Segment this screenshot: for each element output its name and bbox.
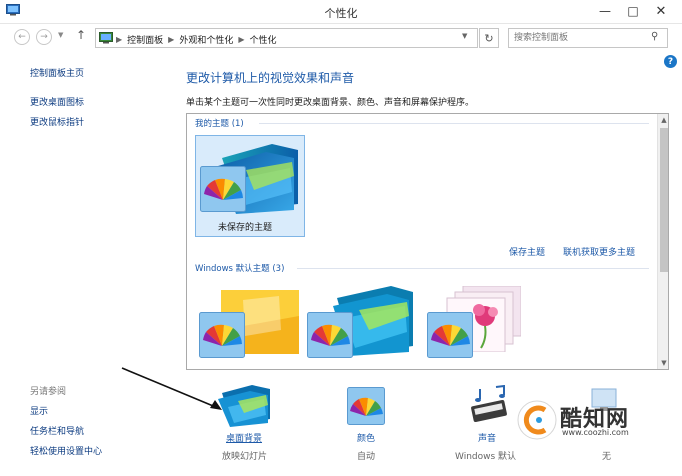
color-label[interactable]: 颜色 [357,431,375,444]
theme-card-unsaved[interactable]: 未保存的主题 [195,135,305,237]
change-mouse-pointers-link[interactable]: 更改鼠标指针 [30,115,84,128]
up-level-button[interactable]: ↑ [76,28,86,42]
address-bar[interactable]: ▶ 控制面板 ▶ 外观和个性化 ▶ 个性化 [95,28,478,48]
sounds-status: Windows 默认 [455,452,517,462]
group-divider [297,268,649,269]
theme-card-lines-colors[interactable] [307,282,417,369]
color-palette-icon [347,387,385,425]
scroll-up-arrow-icon[interactable]: ▲ [658,114,668,126]
arrow-left-icon: ← [18,32,26,42]
color-status: 自动 [357,452,376,462]
get-more-themes-link[interactable]: 联机获取更多主题 [563,245,635,258]
desktop-background-button[interactable] [216,383,272,427]
sounds-button[interactable] [468,384,510,427]
change-desktop-icons-link[interactable]: 更改桌面图标 [30,95,84,108]
theme-card-windows[interactable] [195,282,307,369]
windows-themes-heading: Windows 默认主题 (3) [195,264,285,274]
page-description: 单击某个主题可一次性同时更改桌面背景、颜色、声音和屏幕保护程序。 [186,98,475,108]
theme-card-flowers[interactable] [427,282,537,369]
navigation-bar: ← → ▼ ↑ ▶ 控制面板 ▶ 外观和个性化 ▶ 个性化 ▼ ↻ ⚲ [0,24,682,52]
control-panel-icon [99,32,113,44]
annotation-arrow [121,367,222,410]
desktop-background-status: 放映幻灯片 [222,452,268,462]
chevron-right-icon[interactable]: ▶ [238,35,244,44]
group-divider [259,123,649,124]
close-button[interactable]: ✕ [646,0,676,22]
help-icon[interactable]: ? [664,55,677,68]
minimize-button[interactable]: — [590,0,620,22]
breadcrumb-control-panel[interactable]: 控制面板 [127,33,163,46]
forward-button[interactable]: → [36,29,52,45]
watermark-url: www.coozhi.com [562,428,629,437]
title-bar: 个性化 — □ ✕ [0,0,682,24]
control-panel-home-link[interactable]: 控制面板主页 [30,66,84,79]
display-link[interactable]: 显示 [30,404,48,417]
desktop-background-icon [218,385,270,427]
palette-icon [199,312,245,358]
search-icon[interactable]: ⚲ [651,31,658,42]
screen-saver-status: 无 [602,452,612,462]
theme-name: 未保存的主题 [218,223,273,233]
desktop-background-label[interactable]: 桌面背景 [226,431,262,444]
maximize-button[interactable]: □ [618,0,648,22]
palette-icon [307,312,353,358]
page-title: 更改计算机上的视觉效果和声音 [186,71,355,85]
scroll-down-arrow-icon[interactable]: ▼ [658,357,668,369]
theme-list-scrollbar[interactable]: ▲ ▼ [657,114,668,369]
breadcrumb-appearance[interactable]: 外观和个性化 [179,33,233,46]
refresh-button[interactable]: ↻ [479,28,499,48]
back-button[interactable]: ← [14,29,30,45]
breadcrumb: ▶ 控制面板 ▶ 外观和个性化 ▶ 个性化 [116,33,277,46]
see-also-heading: 另请参阅 [30,387,67,397]
chevron-right-icon[interactable]: ▶ [168,35,174,44]
palette-icon [200,166,246,212]
ease-of-access-link[interactable]: 轻松使用设置中心 [30,444,102,457]
recent-locations-dropdown[interactable]: ▼ [58,31,63,39]
breadcrumb-personalization[interactable]: 个性化 [250,33,277,46]
theme-list[interactable]: 我的主题 (1) 未保存的主题 保存主题 联机获取更多主题 Windows 默认… [186,113,669,370]
refresh-icon: ↻ [484,31,494,45]
music-notes-icon [471,384,507,422]
scrollbar-thumb[interactable] [660,128,668,272]
window-title: 个性化 [324,7,358,20]
palette-icon [427,312,473,358]
my-themes-heading: 我的主题 (1) [195,119,244,129]
arrow-right-icon: → [40,32,48,42]
taskbar-navigation-link[interactable]: 任务栏和导航 [30,424,84,437]
search-input[interactable] [508,28,668,48]
save-theme-link[interactable]: 保存主题 [509,245,545,258]
address-dropdown-icon[interactable]: ▼ [462,32,467,40]
color-button[interactable] [347,387,385,425]
chevron-right-icon: ▶ [116,35,123,44]
sounds-label[interactable]: 声音 [478,431,496,444]
